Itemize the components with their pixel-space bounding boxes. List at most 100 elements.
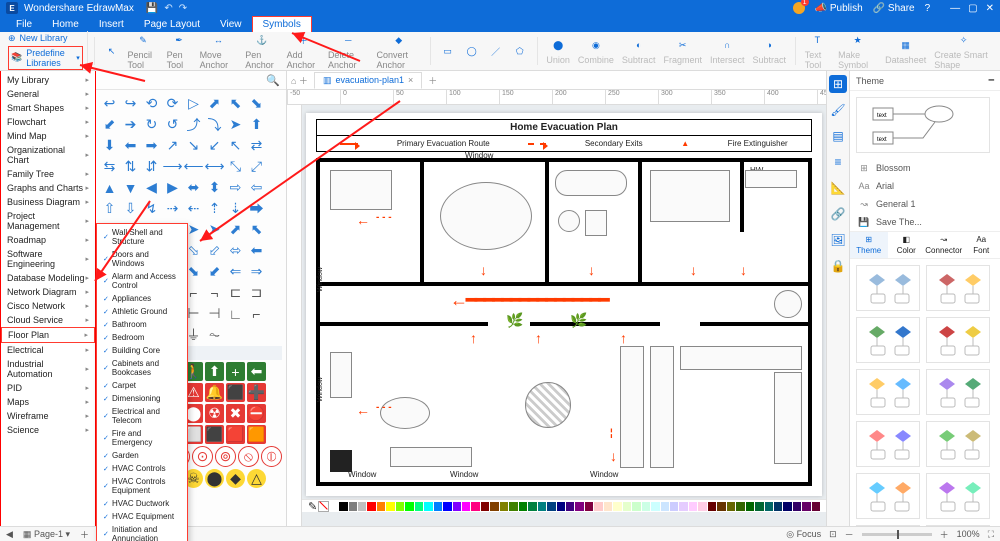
- color-swatch[interactable]: [547, 502, 555, 511]
- color-swatch[interactable]: [481, 502, 489, 511]
- color-swatch[interactable]: [661, 502, 669, 511]
- qat-save-icon[interactable]: 💾: [146, 3, 158, 14]
- shape-arrow[interactable]: ⬈: [226, 220, 245, 239]
- shape-rect[interactable]: ▭: [437, 43, 459, 59]
- color-swatch[interactable]: [717, 502, 725, 511]
- color-swatch[interactable]: [793, 502, 801, 511]
- shape-fire-sign[interactable]: ⛔: [247, 404, 266, 423]
- category-item[interactable]: Cloud Service▸: [1, 313, 95, 327]
- shape-arrow[interactable]: ⬋: [205, 262, 224, 281]
- category-item[interactable]: Electrical▸: [1, 343, 95, 357]
- shape-arrow[interactable]: ⬉: [247, 220, 266, 239]
- tab-close-icon[interactable]: ×: [408, 75, 413, 85]
- submenu-item[interactable]: HVAC Controls: [97, 462, 187, 475]
- shape-fire-sign[interactable]: ✖: [226, 404, 245, 423]
- qat-redo-icon[interactable]: ↷: [179, 3, 187, 14]
- shape-arrow[interactable]: ↖: [226, 136, 245, 155]
- color-swatch[interactable]: [623, 502, 631, 511]
- shape-line[interactable]: ／: [485, 43, 507, 59]
- shape-arrow[interactable]: ⬉: [226, 94, 245, 113]
- shape-connector[interactable]: ⊐: [247, 283, 266, 302]
- category-item[interactable]: Business Diagram▸: [1, 195, 95, 209]
- shape-arrow[interactable]: ⬄: [226, 241, 245, 260]
- shape-warning-sign[interactable]: ⬤: [205, 469, 224, 488]
- shape-arrow[interactable]: ⇩: [121, 199, 140, 218]
- theme-tool-icon[interactable]: ⊞: [829, 75, 847, 93]
- shape-arrow[interactable]: ⇨: [226, 178, 245, 197]
- shape-arrow[interactable]: ⇦: [247, 178, 266, 197]
- shape-fire-sign[interactable]: 🟥: [226, 425, 245, 444]
- shape-arrow[interactable]: ⇄: [247, 136, 266, 155]
- new-tab-button[interactable]: ＋: [428, 74, 437, 87]
- shape-arrow[interactable]: ⤵: [205, 115, 224, 134]
- shape-arrow[interactable]: ⬋: [100, 115, 119, 134]
- shape-arrow[interactable]: ⮕: [247, 199, 266, 218]
- align-tool-icon[interactable]: ≡: [829, 153, 847, 171]
- color-swatch[interactable]: [736, 502, 744, 511]
- submenu-item[interactable]: Athletic Ground: [97, 305, 187, 318]
- submenu-item[interactable]: Bathroom: [97, 318, 187, 331]
- pen-anchor[interactable]: ⚓Pen Anchor: [242, 32, 281, 70]
- shape-arrow[interactable]: ⇵: [142, 157, 161, 176]
- submenu-item[interactable]: Wall Shell and Structure: [97, 226, 187, 248]
- shape-connector[interactable]: ⊏: [226, 283, 245, 302]
- submenu-item[interactable]: HVAC Equipment: [97, 510, 187, 523]
- maximize-icon[interactable]: ▢: [968, 3, 977, 14]
- color-swatch[interactable]: [783, 502, 791, 511]
- help-icon[interactable]: ?: [925, 3, 931, 14]
- shape-warning-sign[interactable]: ◆: [226, 469, 245, 488]
- category-item[interactable]: Wireframe▸: [1, 409, 95, 423]
- shape-arrow[interactable]: ⬅: [247, 241, 266, 260]
- theme-opt-save[interactable]: 💾Save The...: [850, 213, 1000, 231]
- category-item[interactable]: Organizational Chart▸: [1, 143, 95, 167]
- pen-tool[interactable]: ✒Pen Tool: [164, 32, 195, 70]
- theme-card[interactable]: [856, 421, 920, 467]
- fit-page-icon[interactable]: ⊡: [829, 529, 837, 540]
- color-swatch[interactable]: [604, 502, 612, 511]
- color-swatch[interactable]: [594, 502, 602, 511]
- theme-tab-font[interactable]: AaFont: [963, 232, 1000, 258]
- shape-arrow[interactable]: ▼: [121, 178, 140, 197]
- shape-arrow[interactable]: ➡: [142, 136, 161, 155]
- shape-arrow[interactable]: ➤: [205, 220, 224, 239]
- theme-card[interactable]: [856, 525, 920, 526]
- shape-arrow[interactable]: ⬅: [121, 136, 140, 155]
- theme-card[interactable]: [926, 525, 990, 526]
- shape-oval[interactable]: ◯: [461, 43, 483, 59]
- color-swatch[interactable]: [812, 502, 820, 511]
- color-swatch[interactable]: [358, 502, 366, 511]
- close-icon[interactable]: ✕: [986, 3, 994, 14]
- minimize-icon[interactable]: ―: [950, 3, 960, 14]
- color-swatch[interactable]: [434, 502, 442, 511]
- move-anchor[interactable]: ↔Move Anchor: [197, 32, 241, 70]
- color-swatch[interactable]: [453, 502, 461, 511]
- shape-prohibit-sign[interactable]: ⊙: [192, 446, 213, 467]
- color-swatch[interactable]: [642, 502, 650, 511]
- menu-insert[interactable]: Insert: [89, 16, 134, 32]
- shape-arrow[interactable]: ▷: [184, 94, 203, 113]
- color-swatch[interactable]: [557, 502, 565, 511]
- color-swatch[interactable]: [698, 502, 706, 511]
- shape-arrow[interactable]: ↗: [163, 136, 182, 155]
- eyedropper-icon[interactable]: ✎: [308, 500, 317, 513]
- shape-arrow[interactable]: ⇅: [121, 157, 140, 176]
- color-swatch[interactable]: [802, 502, 810, 511]
- submenu-item[interactable]: HVAC Ductwork: [97, 497, 187, 510]
- color-swatch[interactable]: [651, 502, 659, 511]
- shape-connector[interactable]: ⏦: [205, 325, 224, 344]
- zoom-slider[interactable]: [862, 533, 932, 536]
- share-button[interactable]: 🔗 Share: [873, 3, 915, 14]
- shape-arrow[interactable]: ▶: [163, 178, 182, 197]
- color-swatch[interactable]: [755, 502, 763, 511]
- theme-opt-connector[interactable]: ↝General 1: [850, 195, 1000, 213]
- color-swatch[interactable]: [765, 502, 773, 511]
- shape-arrow[interactable]: ⬇: [100, 136, 119, 155]
- theme-tab-theme[interactable]: ⊞Theme: [850, 232, 888, 258]
- color-swatch[interactable]: [490, 502, 498, 511]
- add-page-button[interactable]: ＋: [80, 528, 89, 541]
- shape-arrow[interactable]: ⤡: [226, 157, 245, 176]
- shape-arrow[interactable]: ⬆: [247, 115, 266, 134]
- theme-card[interactable]: [856, 265, 920, 311]
- shape-arrow[interactable]: ⇆: [100, 157, 119, 176]
- color-swatch[interactable]: [727, 502, 735, 511]
